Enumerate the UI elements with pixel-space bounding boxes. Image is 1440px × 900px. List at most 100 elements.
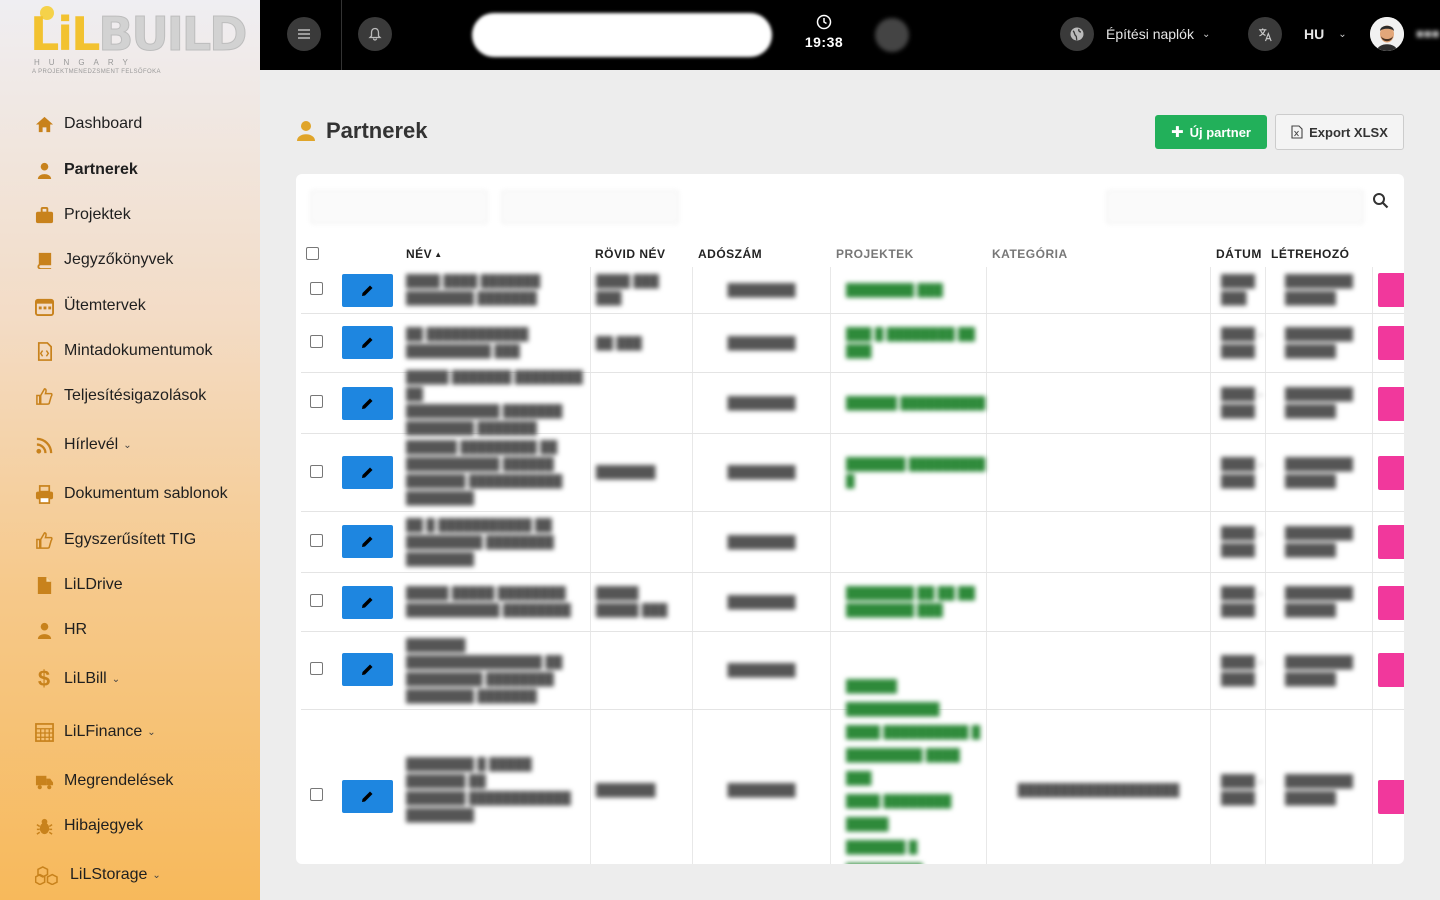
sidebar-item-partnerek[interactable]: Partnerek: [34, 157, 138, 183]
delete-button[interactable]: [1378, 586, 1404, 620]
bell-icon: [368, 27, 382, 41]
edit-button[interactable]: [342, 525, 393, 558]
creator-cell: ████████ ██████: [1284, 654, 1353, 686]
row-checkbox[interactable]: [310, 534, 323, 547]
lilbuild-logo[interactable]: LiLBUILD HUNGARY A PROJEKTMENEDZSMENT FE…: [30, 6, 248, 78]
edit-button[interactable]: [342, 326, 393, 359]
clock-time: 19:38: [804, 34, 844, 50]
global-search-input[interactable]: [472, 13, 772, 57]
construction-diaries-dropdown[interactable]: Építési naplók ⌄: [1060, 17, 1210, 51]
table-row: ██████ █████████ ██ ███████████ ██████ ███…: [301, 434, 1404, 512]
sidebar-item-egyszerusitett-tig[interactable]: Egyszerűsített TIG: [34, 527, 196, 553]
project-link[interactable]: ██████ ██████████: [846, 395, 985, 412]
sidebar-item-dokumentum-sablonok[interactable]: Dokumentum sablonok: [34, 481, 228, 507]
column-header-adoszam[interactable]: ADÓSZÁM: [698, 241, 762, 267]
project-link[interactable]: ████████ ███: [846, 282, 943, 299]
sidebar-item-lilstorage[interactable]: LiLStorage ⌄: [34, 862, 161, 888]
category-cell: [987, 267, 1211, 313]
project-link[interactable]: ██████ ███████████ ████ ██████████ █ █████…: [846, 675, 986, 864]
project-filter-select[interactable]: [310, 190, 488, 224]
project-link[interactable]: ███████ █████████ █: [846, 456, 986, 490]
table-row: ████████ █ █████ ███████ ██ ███████ █████…: [301, 679, 1404, 864]
user-name[interactable]: ■■■: [1416, 26, 1440, 41]
sidebar-item-hr[interactable]: HR: [34, 617, 87, 643]
briefcase-icon: [34, 205, 54, 225]
edit-button[interactable]: [342, 653, 393, 686]
file-icon: [34, 575, 54, 595]
page-title-text: Partnerek: [326, 118, 428, 143]
notifications-button[interactable]: [358, 17, 392, 51]
edit-button[interactable]: [342, 274, 393, 307]
chevron-down-icon: ⌄: [1201, 28, 1211, 40]
sidebar-item-hibajegyek[interactable]: Hibajegyek: [34, 813, 143, 839]
search-icon[interactable]: [1372, 192, 1389, 209]
pencil-icon: [362, 791, 373, 802]
column-header-letrehozo[interactable]: LÉTREHOZÓ: [1271, 241, 1350, 267]
row-checkbox[interactable]: [310, 788, 323, 801]
sidebar-item-mintadokumentumok[interactable]: Mintadokumentumok: [34, 338, 213, 364]
sidebar-item-hirlevel[interactable]: Hírlevél ⌄: [34, 432, 132, 458]
date-cell: ████ - ████: [1221, 456, 1263, 488]
page-title: Partnerek: [296, 118, 428, 144]
edit-button[interactable]: [342, 780, 393, 813]
row-checkbox[interactable]: [310, 282, 323, 295]
short-name-cell: ██ ███: [596, 335, 642, 350]
delete-button[interactable]: [1378, 653, 1404, 687]
language-dropdown[interactable]: HU ⌄: [1248, 17, 1347, 51]
logo-tagline: A PROJEKTMENEDZSMENT FELSŐFOKA: [32, 69, 161, 75]
tax-number-cell: ████████: [727, 335, 796, 350]
column-header-datum[interactable]: DÁTUM: [1216, 241, 1262, 267]
delete-button[interactable]: [1378, 525, 1404, 559]
delete-button[interactable]: [1378, 387, 1404, 421]
sidebar-item-lilbill[interactable]: $ LiLBill ⌄: [34, 666, 120, 692]
delete-button[interactable]: [1378, 273, 1404, 307]
clock: 19:38: [803, 14, 845, 52]
construction-diaries-label: Építési naplók: [1106, 26, 1194, 42]
row-checkbox[interactable]: [310, 662, 323, 675]
category-cell: [987, 314, 1211, 372]
sidebar-item-lildrive[interactable]: LiLDrive: [34, 572, 123, 598]
avatar-icon: [1370, 17, 1404, 51]
user-icon: [34, 620, 54, 640]
sidebar-item-dashboard[interactable]: Dashboard: [34, 111, 142, 137]
select-all-checkbox[interactable]: [306, 247, 319, 260]
partner-name-cell: ██ █ ███████████ ██ █████████ ████████ ███…: [406, 517, 554, 566]
thumbs-up-icon: [34, 386, 54, 406]
clock-icon: [816, 14, 832, 30]
project-link[interactable]: ████████ ██ ██ ██ ████████ ███: [846, 585, 975, 619]
row-checkbox[interactable]: [310, 594, 323, 607]
delete-button[interactable]: [1378, 456, 1404, 490]
row-checkbox[interactable]: [310, 465, 323, 478]
pencil-icon: [362, 467, 373, 478]
partner-name-cell: ████ ████ ███████ ████████ ███████: [406, 274, 541, 305]
new-partner-button[interactable]: ✚ Új partner: [1155, 115, 1267, 149]
user-avatar[interactable]: [1370, 17, 1404, 51]
row-checkbox[interactable]: [310, 395, 323, 408]
project-link[interactable]: ███ █ ████████ ██ ███: [846, 326, 975, 360]
company-switcher[interactable]: [875, 18, 921, 52]
table-search-input[interactable]: [1106, 190, 1364, 224]
hamburger-icon: [298, 29, 310, 39]
export-xlsx-button[interactable]: Export XLSX: [1275, 114, 1404, 150]
employee-filter-select[interactable]: [501, 190, 679, 224]
sidebar-item-megrendelesek[interactable]: Megrendelések: [34, 768, 173, 794]
row-checkbox[interactable]: [310, 335, 323, 348]
column-header-nev[interactable]: NÉV ▲: [406, 241, 443, 267]
edit-button[interactable]: [342, 387, 393, 420]
edit-button[interactable]: [342, 456, 393, 489]
sidebar-item-utemtervek[interactable]: Ütemtervek: [34, 293, 146, 319]
partner-name-cell: ██████ █████████ ██ ███████████ ██████ ███…: [406, 439, 563, 505]
sidebar-item-teljesitesigazolasok[interactable]: Teljesítésigazolások: [34, 383, 206, 409]
delete-button[interactable]: [1378, 326, 1404, 360]
sidebar-item-projektek[interactable]: Projektek: [34, 202, 131, 228]
date-cell: ████ - ████: [1221, 526, 1263, 557]
creator-cell: ████████ ██████: [1284, 274, 1353, 305]
sidebar-item-jegyzokonyvek[interactable]: Jegyzőkönyvek: [34, 247, 173, 273]
edit-button[interactable]: [342, 586, 393, 619]
creator-cell: ████████ ██████: [1284, 526, 1353, 557]
table-row: █████ ███████ ████████ ██ ███████████ ███…: [301, 370, 1404, 435]
column-header-rovid-nev[interactable]: RÖVID NÉV: [595, 241, 666, 267]
sidebar-item-lilfinance[interactable]: LiLFinance ⌄: [34, 719, 156, 745]
menu-toggle-button[interactable]: [287, 17, 321, 51]
delete-button[interactable]: [1378, 780, 1404, 814]
